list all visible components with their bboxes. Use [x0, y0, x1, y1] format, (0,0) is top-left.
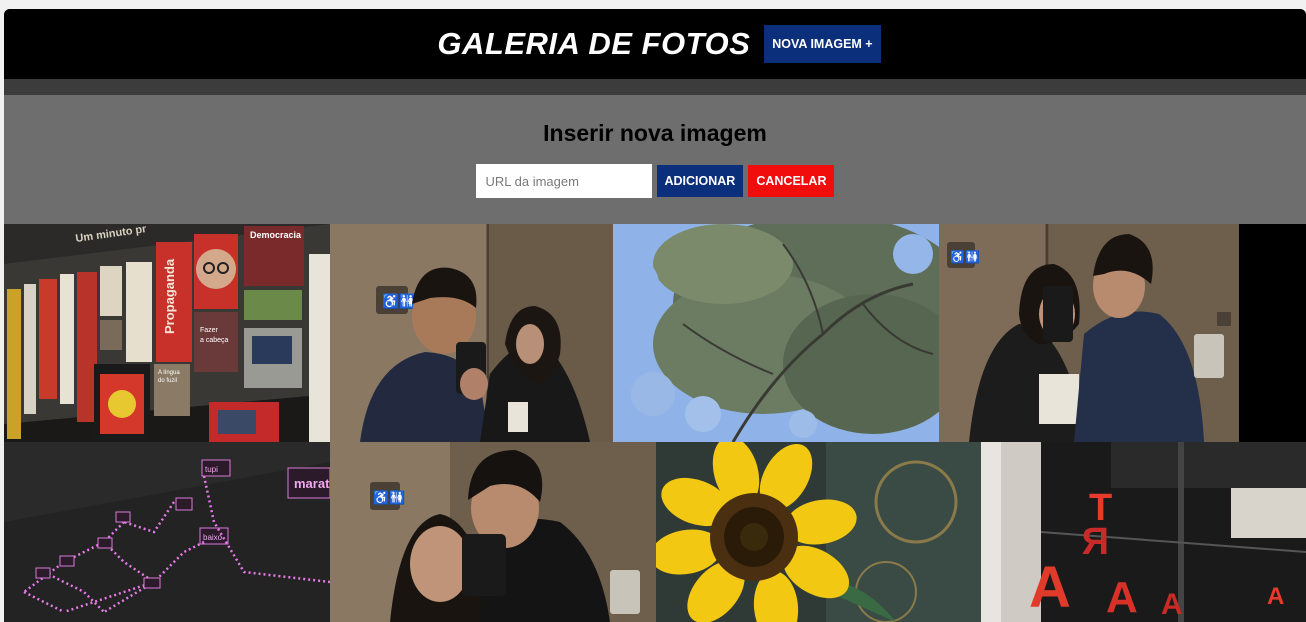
- photo-couple-kiss[interactable]: ♿🚻: [939, 224, 1264, 442]
- svg-text:baixo: baixo: [203, 533, 223, 542]
- header: GALERIA DE FOTOS NOVA IMAGEM +: [4, 9, 1306, 79]
- page-title: GALERIA DE FOTOS: [437, 26, 751, 61]
- photo-neon-diagram[interactable]: marati tupi baixo: [4, 442, 330, 622]
- svg-text:marati: marati: [294, 476, 330, 491]
- new-image-form: Inserir nova imagem ADICIONAR CANCELAR: [4, 95, 1306, 224]
- svg-text:Propaganda: Propaganda: [162, 258, 177, 334]
- svg-text:♿🚻: ♿🚻: [382, 293, 417, 310]
- svg-text:Fazer: Fazer: [200, 327, 219, 334]
- svg-text:do fuzil: do fuzil: [158, 378, 177, 384]
- svg-text:A: A: [1161, 588, 1183, 621]
- photo-sunflower[interactable]: [656, 442, 981, 622]
- photo-couple-hug[interactable]: ♿🚻: [330, 442, 656, 622]
- red-letters-image: T R A A A A: [981, 442, 1306, 622]
- add-button[interactable]: ADICIONAR: [656, 165, 744, 197]
- tree-canopy-image: [613, 224, 939, 442]
- sunflower-image: [656, 442, 981, 622]
- museum-exhibit-image: Propaganda Democracia Fazer a cabeça A l…: [4, 224, 330, 442]
- form-row: ADICIONAR CANCELAR: [475, 164, 835, 198]
- photo-tree-canopy[interactable]: [613, 224, 939, 442]
- couple-hug-image: ♿🚻: [330, 442, 656, 622]
- photo-couple-selfie[interactable]: ♿🚻: [330, 224, 613, 442]
- cancel-button[interactable]: CANCELAR: [748, 165, 835, 197]
- svg-text:♿🚻: ♿🚻: [950, 250, 980, 264]
- form-title: Inserir nova imagem: [543, 120, 767, 146]
- svg-text:tupi: tupi: [205, 465, 218, 474]
- svg-text:R: R: [1082, 521, 1109, 563]
- svg-text:A: A: [1029, 555, 1071, 620]
- svg-text:Democracia: Democracia: [250, 230, 302, 240]
- photo-red-letters[interactable]: T R A A A A: [981, 442, 1306, 622]
- header-divider: [4, 79, 1306, 95]
- svg-text:A: A: [1267, 583, 1284, 610]
- app-window: GALERIA DE FOTOS NOVA IMAGEM + Inserir n…: [4, 9, 1306, 622]
- svg-text:A: A: [1106, 573, 1138, 622]
- couple-kiss-image: ♿🚻: [939, 224, 1264, 442]
- photo-gallery: Propaganda Democracia Fazer a cabeça A l…: [4, 224, 1306, 622]
- photo-museum-exhibit[interactable]: Propaganda Democracia Fazer a cabeça A l…: [4, 224, 330, 442]
- svg-text:♿🚻: ♿🚻: [373, 490, 405, 505]
- url-input[interactable]: [475, 164, 652, 198]
- svg-text:A língua: A língua: [158, 370, 180, 376]
- new-image-button[interactable]: NOVA IMAGEM +: [764, 25, 881, 63]
- couple-selfie-image: ♿🚻: [330, 224, 613, 442]
- svg-text:a cabeça: a cabeça: [200, 337, 229, 344]
- neon-diagram-image: marati tupi baixo: [4, 442, 330, 622]
